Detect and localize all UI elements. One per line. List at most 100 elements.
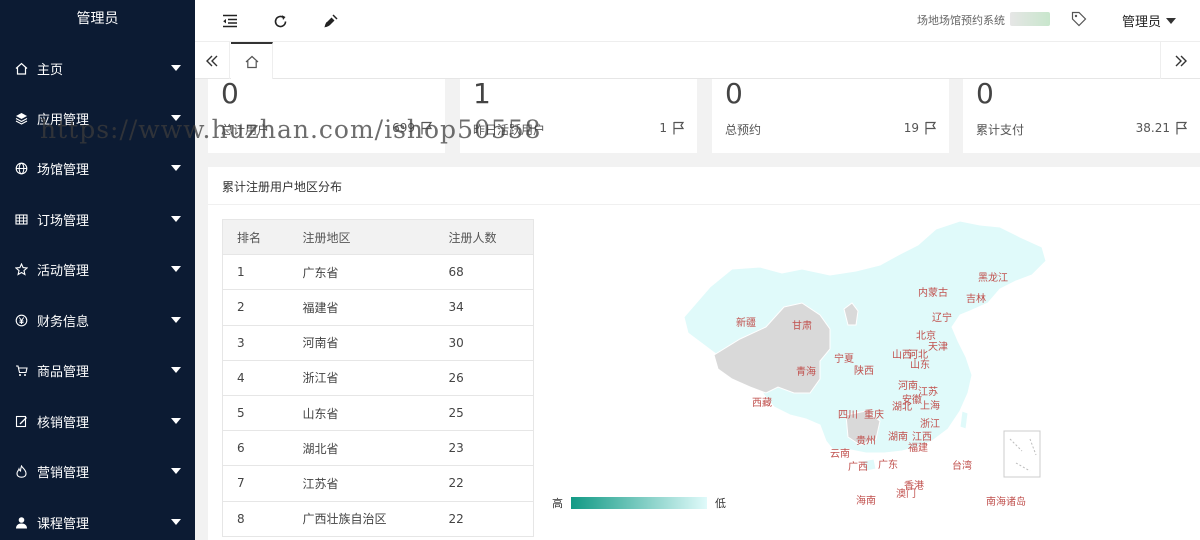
stat-label: 总计用户 [221, 123, 270, 137]
home-icon [14, 61, 28, 75]
table-row: 2 福建省 34 [222, 289, 534, 326]
sidebar-item-label: 课程管理 [37, 516, 90, 532]
sidebar-item-home[interactable]: 主页 [0, 43, 195, 93]
chevron-down-icon [171, 65, 181, 71]
refresh-icon [274, 14, 286, 27]
clear-cache-button[interactable] [321, 11, 341, 31]
stat-label: 昨日活跃用户 [473, 123, 546, 137]
map-label-province: 上海 [920, 399, 940, 412]
map-label-province: 浙江 [920, 418, 940, 430]
table-cell: 30 [434, 324, 534, 361]
table-cell: 2 [222, 289, 289, 326]
double-chevron-left-icon [206, 55, 218, 66]
map-label-province: 陕西 [854, 364, 874, 377]
china-map[interactable]: 黑龙江吉林内蒙古辽宁新疆 甘肃北京天津宁夏 山西河北青海 陕西山东河南江苏西藏 安徽上海… [670, 207, 1090, 517]
top-header: 场地场馆预约系统 管理员 [195, 0, 1200, 42]
edit-icon [14, 414, 28, 428]
sidebar-item-activities[interactable]: 活动管理 [0, 244, 195, 294]
double-chevron-right-icon [1175, 55, 1187, 66]
map-label-province: 广东 [878, 458, 898, 471]
map-label-province: 河南 [898, 379, 918, 392]
chevron-down-icon [171, 216, 181, 222]
table-cell: 8 [222, 500, 289, 537]
region-distribution-panel: 累计注册用户地区分布 排名 注册地区 注册人数 1 广东省 68 2 福建省 34 3河… [208, 167, 1200, 540]
table-header-row: 排名 注册地区 注册人数 [222, 218, 534, 256]
map-label-province: 黑龙江 [978, 271, 1008, 284]
sidebar-item-label: 场馆管理 [37, 162, 90, 178]
table-cell: 河南省 [288, 324, 435, 361]
chevron-down-icon [171, 266, 181, 272]
map-label-province: 广西 [848, 461, 868, 473]
map-label-province: 重庆 [864, 408, 884, 421]
chevron-down-icon [171, 468, 181, 474]
column-header: 注册地区 [288, 218, 435, 256]
sidebar-item-label: 订场管理 [37, 213, 90, 229]
table-cell: 26 [434, 359, 534, 396]
user-menu[interactable]: 管理员 [1122, 11, 1177, 30]
panel-title: 累计注册用户地区分布 [222, 180, 343, 194]
table-cell: 34 [434, 289, 534, 326]
stat-card-total-payments: 0 累计支付 38.21 [963, 79, 1200, 153]
map-label-province: 甘肃 [792, 319, 812, 332]
map-label-province: 湖北 [892, 401, 912, 413]
legend-gradient-bar[interactable] [571, 497, 707, 509]
sidebar-item-label: 应用管理 [37, 112, 90, 128]
map-label-province: 海南 [856, 494, 876, 507]
map-legend: 高 低 [552, 495, 726, 511]
user-name: 管理员 [1122, 15, 1162, 30]
stat-value: 0 [976, 77, 994, 110]
table-cell: 6 [222, 430, 289, 467]
sidebar-item-verification[interactable]: 核销管理 [0, 396, 195, 446]
column-header: 排名 [222, 218, 289, 256]
yen-icon [14, 313, 28, 327]
sidebar-item-label: 核销管理 [37, 415, 90, 431]
map-label-province: 宁夏 [834, 352, 854, 365]
map-label-province: 北京 [916, 329, 936, 342]
tab-home[interactable] [231, 42, 273, 79]
user-icon [14, 515, 28, 529]
stat-label: 累计支付 [976, 123, 1025, 137]
refresh-button[interactable] [270, 11, 290, 31]
legend-low-label: 低 [715, 497, 726, 510]
map-label-province: 澳门 [896, 487, 916, 500]
map-label-province: 四川 [838, 410, 858, 421]
table-row: 6 湖北省 23 [222, 430, 534, 467]
flag-icon [421, 121, 433, 135]
stat-value: 0 [221, 77, 239, 110]
home-icon [245, 55, 258, 68]
sidebar-item-marketing[interactable]: 营销管理 [0, 446, 195, 496]
star-icon [14, 262, 28, 276]
sidebar-item-goods[interactable]: 商品管理 [0, 345, 195, 395]
menu-toggle-button[interactable] [220, 11, 240, 31]
tab-scroll-right-button[interactable] [1160, 42, 1200, 79]
broom-icon [324, 14, 338, 28]
chevron-down-icon [171, 317, 181, 323]
map-label-province: 西藏 [752, 397, 772, 409]
table-row: 3 河南省 30 [222, 324, 534, 361]
flag-icon [673, 121, 685, 135]
table-cell: 68 [434, 254, 534, 291]
chevron-down-icon [171, 519, 181, 525]
tag-button[interactable] [1071, 11, 1089, 29]
map-south-sea-inset [1003, 430, 1041, 478]
sidebar-item-courses[interactable]: 课程管理 [0, 497, 195, 540]
sidebar-item-label: 财务信息 [37, 314, 90, 330]
stat-card-total-bookings: 0 总预约 19 [712, 79, 949, 153]
sidebar-item-apps[interactable]: 应用管理 [0, 93, 195, 143]
map-label-province: 内蒙古 [918, 286, 948, 299]
tag-icon [1071, 11, 1087, 27]
table-cell: 5 [222, 394, 289, 432]
sidebar-item-bookings[interactable]: 订场管理 [0, 194, 195, 244]
tab-scroll-left-button[interactable] [195, 42, 230, 79]
caret-down-icon [1166, 17, 1177, 24]
table-cell: 25 [434, 394, 534, 432]
stat-value: 1 [473, 77, 491, 110]
grid-icon [14, 212, 28, 226]
table-cell: 22 [434, 500, 534, 537]
sidebar-item-label: 主页 [37, 62, 64, 78]
sidebar-item-venues[interactable]: 场馆管理 [0, 143, 195, 193]
sidebar-item-finance[interactable]: 财务信息 [0, 295, 195, 345]
menu-fold-icon [223, 14, 237, 28]
table-cell: 湖北省 [288, 430, 435, 467]
column-header: 注册人数 [434, 218, 534, 256]
